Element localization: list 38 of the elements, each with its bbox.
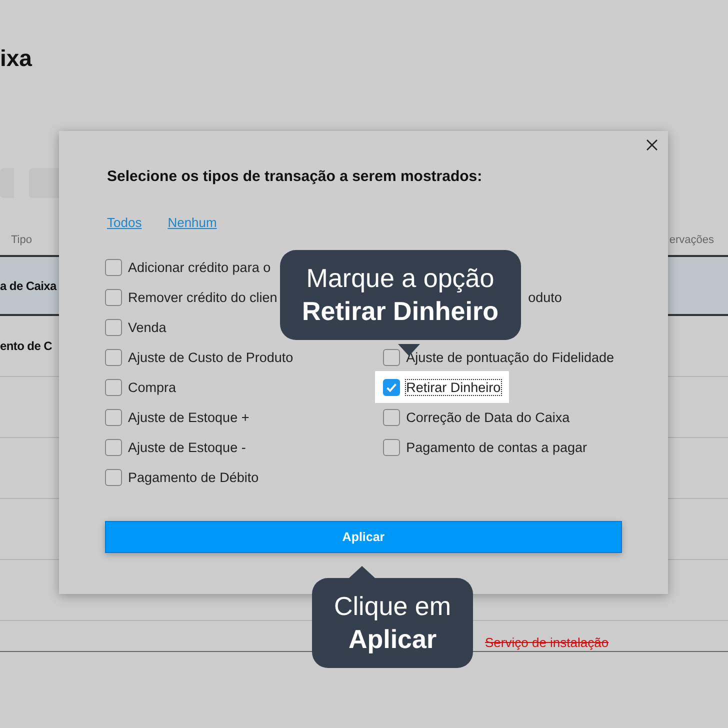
checkbox[interactable] xyxy=(383,438,400,456)
option-label[interactable]: Adicionar crédito para o xyxy=(128,260,271,274)
struck-note: Serviço de instalação xyxy=(485,635,609,650)
column-header: ervações xyxy=(669,234,714,246)
option-label[interactable]: Retirar Dinheiro xyxy=(406,380,501,394)
checkbox[interactable] xyxy=(105,318,122,336)
toolbar-button[interactable] xyxy=(29,168,59,198)
checkbox[interactable] xyxy=(383,408,400,426)
checkbox[interactable] xyxy=(105,468,122,486)
option-label[interactable]: Compra xyxy=(128,380,176,394)
dialog-title: Selecione os tipos de transação a serem mostrados: xyxy=(107,168,484,187)
option-label[interactable]: Correção de Data do Caixa xyxy=(406,410,570,424)
checkbox[interactable] xyxy=(383,348,400,366)
page-title: ixa xyxy=(0,44,33,73)
checkbox[interactable] xyxy=(383,378,400,396)
option-label[interactable]: Pagamento de contas a pagar xyxy=(406,440,587,454)
option-label[interactable]: Ajuste de Custo de Produto xyxy=(128,350,294,364)
checkbox[interactable] xyxy=(105,258,122,276)
table-cell: ento de C xyxy=(0,339,52,353)
checkbox[interactable] xyxy=(105,288,122,306)
option-label[interactable]: Ajuste de pontuação do Fidelidade xyxy=(406,350,614,364)
option-label[interactable]: Ajuste de Estoque + xyxy=(128,410,250,424)
column-header: Tipo xyxy=(11,234,32,246)
table-cell: a de Caixa xyxy=(0,278,56,292)
tooltip-text: Retirar Dinheiro xyxy=(302,295,498,328)
checkbox[interactable] xyxy=(105,348,122,366)
tooltip-text: Aplicar xyxy=(347,623,438,656)
checkbox[interactable] xyxy=(105,438,122,456)
option-label[interactable]: Pagamento de Débito xyxy=(128,470,259,484)
checkbox[interactable] xyxy=(105,378,122,396)
option-label: oduto xyxy=(528,290,562,304)
tooltip-text: Marque a opção xyxy=(305,262,496,294)
option-label[interactable]: Ajuste de Estoque - xyxy=(128,440,246,454)
tooltip-text: Clique em xyxy=(334,590,452,622)
close-icon[interactable] xyxy=(646,139,658,151)
option-label[interactable]: Venda xyxy=(128,320,166,334)
option-label[interactable]: Remover crédito do clien xyxy=(128,290,278,304)
checkbox[interactable] xyxy=(105,408,122,426)
